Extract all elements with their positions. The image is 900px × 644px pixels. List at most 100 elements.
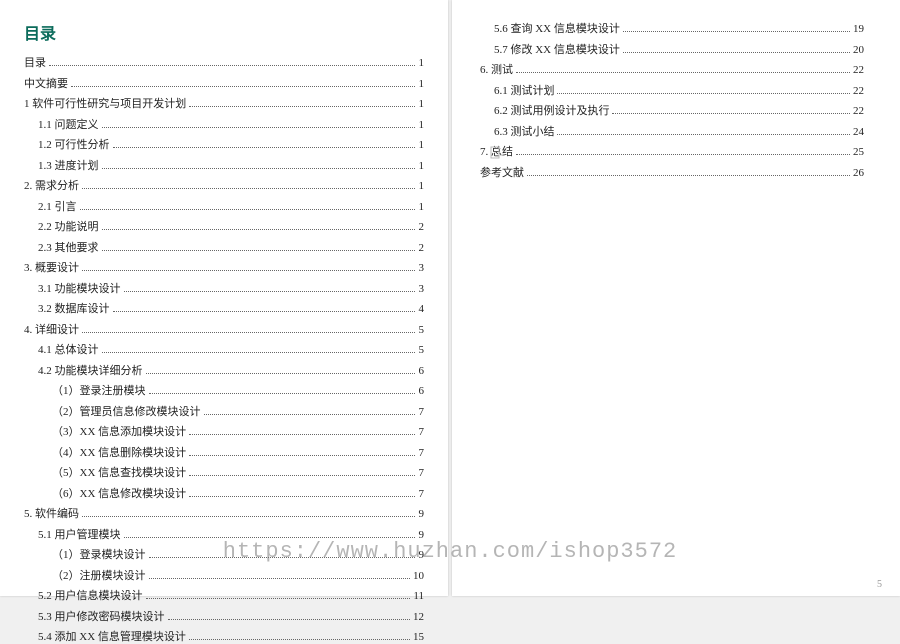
- toc-entry[interactable]: 6. 测试 22: [480, 61, 864, 77]
- toc-leader-dots: [612, 113, 850, 114]
- toc-entry-page: 6: [418, 385, 424, 397]
- toc-entry-page: 9: [418, 549, 424, 561]
- toc-entry[interactable]: 2.3 其他要求 2: [24, 239, 424, 255]
- toc-entry[interactable]: 3.1 功能模块设计3: [24, 280, 424, 296]
- toc-leader-dots: [189, 475, 415, 476]
- toc-leader-dots: [149, 557, 416, 558]
- toc-entry-label: 5. 软件编码: [24, 505, 79, 521]
- toc-entry[interactable]: （6）XX 信息修改模块设计 7: [24, 485, 424, 501]
- toc-list-left: 目录1中文摘要11 软件可行性研究与项目开发计划11.1 问题定义11.2 可行…: [24, 54, 424, 644]
- toc-entry-page: 2: [418, 221, 424, 233]
- toc-entry-label: 5.7 修改 XX 信息模块设计: [494, 41, 620, 57]
- toc-leader-dots: [102, 250, 416, 251]
- toc-entry[interactable]: （2）注册模块设计10: [24, 567, 424, 583]
- toc-entry[interactable]: 6.1 测试计划 22: [480, 82, 864, 98]
- toc-entry-page: 2: [418, 242, 424, 254]
- toc-entry-page: 4: [418, 303, 424, 315]
- toc-entry[interactable]: 5.4 添加 XX 信息管理模块设计15: [24, 628, 424, 644]
- toc-entry-page: 1: [418, 98, 424, 110]
- toc-entry-page: 3: [418, 262, 424, 274]
- toc-entry[interactable]: （1）登录注册模块6: [24, 382, 424, 398]
- toc-leader-dots: [124, 537, 416, 538]
- toc-entry[interactable]: 1 软件可行性研究与项目开发计划 1: [24, 95, 424, 111]
- toc-entry[interactable]: 1.3 进度计划1: [24, 157, 424, 173]
- toc-leader-dots: [146, 373, 416, 374]
- toc-entry-page: 1: [418, 160, 424, 172]
- toc-entry[interactable]: 5. 软件编码 9: [24, 505, 424, 521]
- toc-entry[interactable]: （1）登录模块设计9: [24, 546, 424, 562]
- toc-entry-label: 6. 测试: [480, 61, 513, 77]
- toc-entry-label: （6）XX 信息修改模块设计: [52, 485, 186, 501]
- toc-entry[interactable]: 2.1 引言 1: [24, 198, 424, 214]
- toc-entry-label: 5.2 用户信息模块设计: [38, 587, 143, 603]
- toc-entry-page: 19: [853, 23, 864, 35]
- toc-entry-label: 1.1 问题定义: [38, 116, 99, 132]
- toc-leader-dots: [527, 175, 850, 176]
- toc-entry[interactable]: 4.2 功能模块详细分析6: [24, 362, 424, 378]
- toc-leader-dots: [102, 127, 416, 128]
- toc-entry[interactable]: （2）管理员信息修改模块设计 7: [24, 403, 424, 419]
- toc-entry-page: 7: [418, 488, 424, 500]
- toc-entry-page: 1: [418, 119, 424, 131]
- toc-entry[interactable]: 5.2 用户信息模块设计11: [24, 587, 424, 603]
- toc-entry-label: 中文摘要: [24, 75, 68, 91]
- toc-entry[interactable]: （5）XX 信息查找模块设计7: [24, 464, 424, 480]
- toc-entry-page: 7: [418, 406, 424, 418]
- toc-entry-page: 22: [853, 64, 864, 76]
- toc-entry[interactable]: 2. 需求分析1: [24, 177, 424, 193]
- toc-entry[interactable]: 2.2 功能说明2: [24, 218, 424, 234]
- toc-entry-label: 6.1 测试计划: [494, 82, 555, 98]
- toc-leader-dots: [623, 52, 850, 53]
- toc-entry-label: 5.1 用户管理模块: [38, 526, 121, 542]
- toc-leader-dots: [82, 188, 415, 189]
- toc-entry[interactable]: （4）XX 信息删除模块设计7: [24, 444, 424, 460]
- page-break-icon: [490, 146, 502, 160]
- toc-entry-label: （2）注册模块设计: [52, 567, 146, 583]
- toc-title: 目录: [24, 20, 424, 44]
- toc-entry-label: 3.1 功能模块设计: [38, 280, 121, 296]
- toc-entry[interactable]: 6.3 测试小结24: [480, 123, 864, 139]
- toc-entry[interactable]: 4. 详细设计5: [24, 321, 424, 337]
- toc-entry-label: （2）管理员信息修改模块设计: [52, 403, 201, 419]
- toc-leader-dots: [82, 332, 415, 333]
- doc-page-left: 目录 目录1中文摘要11 软件可行性研究与项目开发计划11.1 问题定义11.2…: [0, 0, 448, 596]
- toc-entry[interactable]: 1.1 问题定义 1: [24, 116, 424, 132]
- toc-entry-page: 22: [853, 105, 864, 117]
- toc-entry-label: 6.2 测试用例设计及执行: [494, 102, 610, 118]
- toc-entry[interactable]: 中文摘要1: [24, 75, 424, 91]
- toc-leader-dots: [189, 455, 415, 456]
- toc-entry[interactable]: 目录1: [24, 54, 424, 70]
- toc-entry[interactable]: 5.3 用户修改密码模块设计12: [24, 608, 424, 624]
- toc-entry[interactable]: 6.2 测试用例设计及执行 22: [480, 102, 864, 118]
- toc-entry[interactable]: 5.6 查询 XX 信息模块设计19: [480, 20, 864, 36]
- toc-leader-dots: [623, 31, 850, 32]
- toc-leader-dots: [102, 168, 416, 169]
- toc-entry[interactable]: （3）XX 信息添加模块设计7: [24, 423, 424, 439]
- toc-entry-page: 9: [418, 508, 424, 520]
- toc-entry-label: 5.4 添加 XX 信息管理模块设计: [38, 628, 186, 644]
- toc-leader-dots: [124, 291, 416, 292]
- toc-entry[interactable]: 4.1 总体设计5: [24, 341, 424, 357]
- toc-entry-label: 2.1 引言: [38, 198, 77, 214]
- toc-entry-page: 22: [853, 85, 864, 97]
- toc-entry[interactable]: 5.1 用户管理模块9: [24, 526, 424, 542]
- toc-entry-label: 1 软件可行性研究与项目开发计划: [24, 95, 186, 111]
- toc-leader-dots: [80, 209, 416, 210]
- toc-entry[interactable]: 1.2 可行性分析1: [24, 136, 424, 152]
- toc-entry-label: 3.2 数据库设计: [38, 300, 110, 316]
- toc-entry-label: （4）XX 信息删除模块设计: [52, 444, 186, 460]
- toc-leader-dots: [102, 352, 416, 353]
- toc-leader-dots: [113, 311, 416, 312]
- toc-entry-label: 4.2 功能模块详细分析: [38, 362, 143, 378]
- toc-entry[interactable]: 5.7 修改 XX 信息模块设计20: [480, 41, 864, 57]
- toc-entry[interactable]: 7. 总结25: [480, 143, 864, 159]
- toc-entry-label: 2.3 其他要求: [38, 239, 99, 255]
- toc-entry[interactable]: 3. 概要设计3: [24, 259, 424, 275]
- toc-leader-dots: [82, 270, 415, 271]
- toc-entry-page: 1: [418, 201, 424, 213]
- toc-leader-dots: [189, 106, 415, 107]
- toc-entry[interactable]: 3.2 数据库设计 4: [24, 300, 424, 316]
- toc-entry[interactable]: 参考文献26: [480, 164, 864, 180]
- toc-leader-dots: [189, 496, 415, 497]
- toc-entry-label: 5.3 用户修改密码模块设计: [38, 608, 165, 624]
